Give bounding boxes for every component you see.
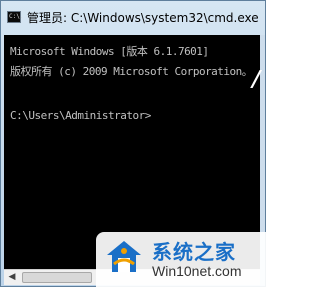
- console-line: Microsoft Windows [版本 6.1.7601]: [10, 45, 209, 58]
- scrollbar-thumb[interactable]: [22, 272, 92, 283]
- window-title: 管理员: C:\Windows\system32\cmd.exe: [27, 11, 259, 25]
- cmd-icon[interactable]: C:\.: [7, 11, 23, 23]
- scroll-left-arrow-icon[interactable]: ◀: [4, 270, 20, 285]
- house-logo-icon: [107, 241, 141, 272]
- title-bar[interactable]: C:\. 管理员: C:\Windows\system32\cmd.exe: [1, 1, 265, 35]
- watermark-url: Win10net.com: [152, 263, 242, 279]
- console-line: 版权所有 (c) 2009 Microsoft Corporation。: [10, 65, 253, 78]
- watermark-title: 系统之家: [152, 240, 236, 264]
- command-prompt[interactable]: C:\Users\Administrator>: [10, 109, 151, 122]
- watermark: 系统之家 Win10net.com: [96, 232, 266, 287]
